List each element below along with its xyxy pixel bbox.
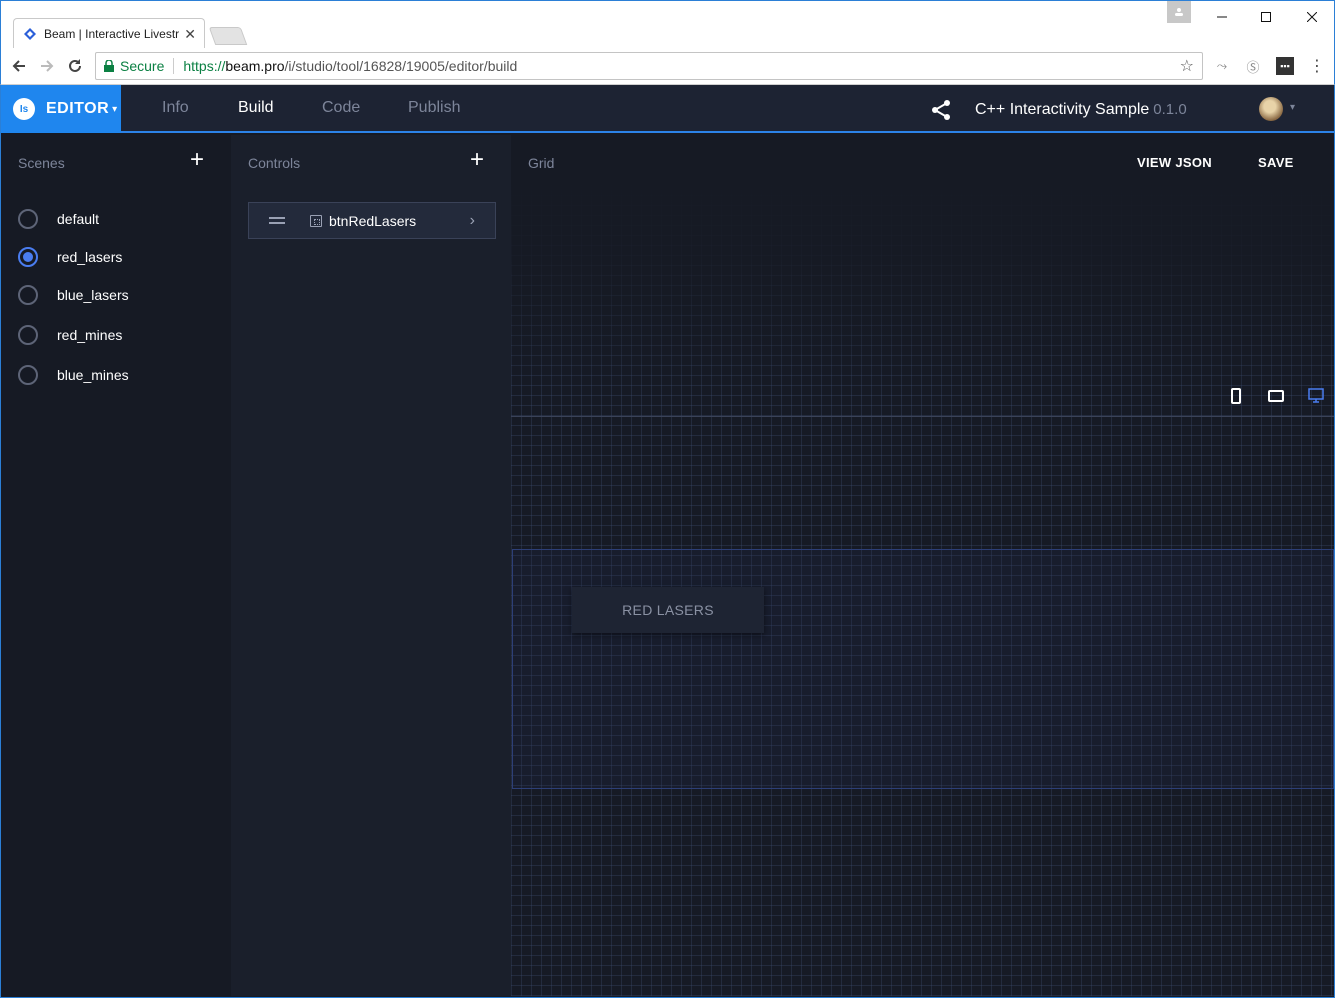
tab-build[interactable]: Build xyxy=(238,99,274,117)
save-button[interactable]: SAVE xyxy=(1258,155,1294,170)
close-window-button[interactable] xyxy=(1290,3,1334,31)
new-tab-button[interactable] xyxy=(208,27,248,45)
maximize-button[interactable] xyxy=(1244,3,1288,31)
browser-toolbar: Secure https://beam.pro/i/studio/tool/16… xyxy=(0,48,1335,85)
back-button[interactable] xyxy=(7,54,31,78)
tab-code[interactable]: Code xyxy=(322,99,360,117)
grid-header: Grid xyxy=(528,155,555,171)
project-title: C++ Interactivity Sample 0.1.0 xyxy=(975,101,1187,119)
button-control-icon xyxy=(310,214,322,227)
controls-panel: Controls + btnRedLasers › xyxy=(231,135,511,996)
scene-item-default[interactable]: default xyxy=(18,207,99,231)
profile-button[interactable] xyxy=(1167,1,1191,23)
scene-label: blue_mines xyxy=(57,367,129,383)
scene-item-red-lasers[interactable]: red_lasers xyxy=(18,245,122,269)
bookmark-star-icon[interactable]: ☆ xyxy=(1180,56,1194,76)
drag-handle-icon[interactable] xyxy=(269,214,285,227)
minimize-icon xyxy=(1217,16,1227,18)
scene-label: red_lasers xyxy=(57,249,123,265)
skype-icon[interactable]: Ⓢ xyxy=(1244,57,1262,75)
url-host: beam.pro xyxy=(225,58,285,74)
chevron-right-icon[interactable]: › xyxy=(470,212,475,230)
project-name: C++ Interactivity Sample xyxy=(975,101,1150,118)
chevron-down-icon[interactable]: ▾ xyxy=(1290,102,1295,113)
radio-button[interactable] xyxy=(18,285,38,305)
avatar[interactable] xyxy=(1259,97,1283,121)
arrow-left-icon xyxy=(12,60,25,72)
scene-stage: RED LASERS xyxy=(512,549,1334,789)
project-version: 0.1.0 xyxy=(1153,101,1187,118)
tab-publish[interactable]: Publish xyxy=(408,99,460,117)
grid-fade-overlay xyxy=(511,135,1334,395)
url-prefix: https:// xyxy=(183,58,226,74)
scenes-panel: Scenes + default red_lasers blue_lasers … xyxy=(1,135,231,996)
extension-menu-icon[interactable]: ▪▪▪ xyxy=(1276,57,1294,75)
url-separator xyxy=(173,58,175,74)
browser-titlebar: Beam | Interactive Livestr ✕ xyxy=(0,0,1335,49)
control-item-btnredlasers[interactable]: btnRedLasers › xyxy=(248,202,496,239)
tab-info[interactable]: Info xyxy=(162,99,189,117)
maximize-icon xyxy=(1261,12,1271,22)
add-scene-button[interactable]: + xyxy=(185,148,209,173)
user-icon xyxy=(1175,8,1183,16)
url-path: /i/studio/tool/16828/19005/editor/build xyxy=(284,58,518,74)
editor-menu-button[interactable]: Is EDITOR ▾ xyxy=(1,85,121,133)
interactive-studio-logo: Is xyxy=(13,98,35,120)
extension-icon[interactable]: ⤳ xyxy=(1213,57,1231,75)
radio-button[interactable] xyxy=(18,325,38,345)
radio-button[interactable] xyxy=(18,209,38,229)
lock-icon xyxy=(104,60,114,72)
address-bar[interactable]: Secure https://beam.pro/i/studio/tool/16… xyxy=(95,52,1203,80)
control-label: btnRedLasers xyxy=(329,212,417,229)
radio-button[interactable] xyxy=(18,365,38,385)
scenes-header: Scenes xyxy=(18,155,65,171)
forward-button[interactable] xyxy=(35,54,59,78)
reload-icon xyxy=(69,59,81,72)
close-icon xyxy=(1307,12,1317,22)
tab-title: Beam | Interactive Livestr xyxy=(44,27,180,41)
scene-item-red-mines[interactable]: red_mines xyxy=(18,323,122,347)
view-json-button[interactable]: VIEW JSON xyxy=(1137,155,1212,170)
scene-label: default xyxy=(57,211,100,227)
more-menu-icon[interactable]: ⋮ xyxy=(1308,57,1326,75)
share-icon[interactable] xyxy=(930,99,952,121)
scene-label: red_mines xyxy=(57,327,123,343)
tab-close-icon[interactable]: ✕ xyxy=(184,26,196,43)
grid-panel: Grid VIEW JSON SAVE RED LASERS xyxy=(511,135,1334,996)
scene-item-blue-mines[interactable]: blue_mines xyxy=(18,363,129,387)
radio-button-selected[interactable] xyxy=(18,247,38,267)
url-text: https://beam.pro/i/studio/tool/16828/190… xyxy=(183,58,517,74)
chevron-down-icon: ▾ xyxy=(112,103,118,115)
phone-icon[interactable] xyxy=(1230,388,1242,404)
desktop-icon[interactable] xyxy=(1308,388,1324,404)
beam-favicon-icon xyxy=(24,28,36,40)
reload-button[interactable] xyxy=(63,54,87,78)
secure-label: Secure xyxy=(120,58,165,74)
app-header: Is EDITOR ▾ Info Build Code Publish C++ … xyxy=(1,85,1334,133)
scene-label: blue_lasers xyxy=(57,287,129,303)
minimize-button[interactable] xyxy=(1200,3,1244,31)
controls-header: Controls xyxy=(248,155,301,171)
add-control-button[interactable]: + xyxy=(465,148,489,173)
editor-app: Is EDITOR ▾ Info Build Code Publish C++ … xyxy=(0,85,1335,998)
editor-label: EDITOR xyxy=(46,100,110,117)
arrow-right-icon xyxy=(41,60,54,72)
browser-tab[interactable]: Beam | Interactive Livestr ✕ xyxy=(13,18,205,49)
canvas-top-divider xyxy=(511,416,1334,417)
red-lasers-button[interactable]: RED LASERS xyxy=(572,587,764,633)
tablet-icon[interactable] xyxy=(1268,390,1284,402)
scene-item-blue-lasers[interactable]: blue_lasers xyxy=(18,283,129,307)
